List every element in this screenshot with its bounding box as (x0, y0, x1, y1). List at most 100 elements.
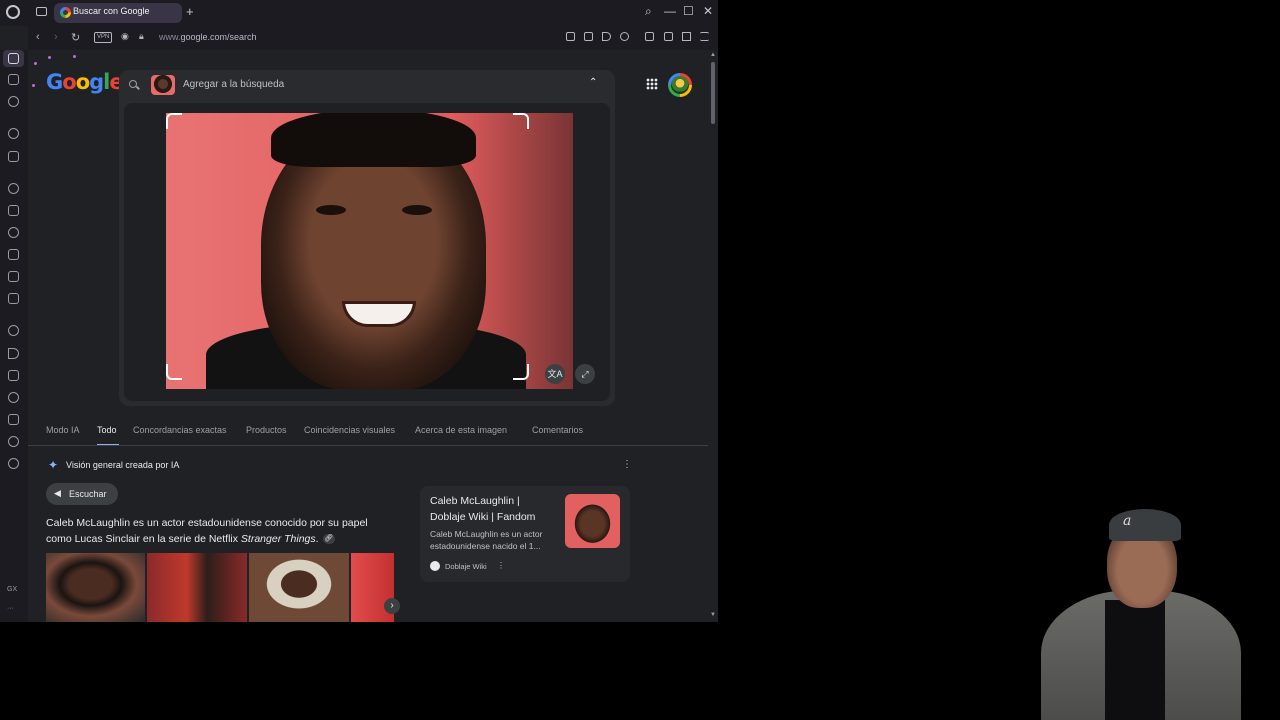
new-tab-button[interactable]: + (186, 4, 194, 19)
back-icon[interactable]: ‹ (36, 31, 40, 43)
source-card[interactable]: Caleb McLaughlin | Doblaje Wiki | Fandom… (420, 486, 630, 582)
crop-handle-bottom-right[interactable] (513, 364, 529, 380)
sidebar-x-icon[interactable] (8, 271, 19, 282)
lock-icon[interactable]: 🔒︎ (139, 31, 144, 42)
scroll-down-icon[interactable]: ▼ (710, 612, 716, 618)
source-thumbnail[interactable] (565, 494, 620, 548)
source-title[interactable]: Caleb McLaughlin | Doblaje Wiki | Fandom (430, 493, 552, 525)
sidebar-clock-icon[interactable] (8, 128, 19, 139)
ai-overview-title: Visión general creada por IA (66, 460, 180, 470)
easy-setup-icon[interactable] (700, 32, 709, 41)
doodle-sparkle (48, 56, 51, 59)
sidebar-whatsapp-icon[interactable] (8, 227, 19, 238)
player-icon[interactable] (602, 32, 611, 41)
source-site-name: Doblaje Wiki (445, 562, 487, 571)
crop-handle-top-right[interactable] (513, 113, 529, 129)
ai-text-italic: Stranger Things (240, 533, 316, 545)
tab-todo[interactable]: Todo (97, 425, 117, 435)
query-photo (166, 113, 573, 389)
speaker-icon: ◀︎ (54, 488, 61, 498)
google-logo[interactable]: Google (46, 70, 124, 94)
sidebar-spotify-icon[interactable] (8, 325, 19, 336)
logo-letter: o (62, 70, 76, 94)
carousel-next-icon[interactable]: › (384, 598, 400, 614)
sidebar-pin-icon[interactable] (8, 414, 19, 425)
bookmark-pin-icon[interactable] (566, 32, 575, 41)
ai-text-end: . (315, 533, 319, 545)
close-button[interactable]: ✕ (703, 4, 713, 18)
wallet-icon[interactable] (664, 32, 673, 41)
ai-text-main: Caleb McLaughlin es un actor estadounide… (46, 517, 368, 545)
tab-coincidencias-visuales[interactable]: Coincidencias visuales (304, 425, 395, 435)
sidebar-gx-corner-icon[interactable] (8, 96, 19, 107)
url-field[interactable]: www.google.com/search (159, 32, 257, 42)
sidebar-history-icon[interactable] (8, 436, 19, 447)
doodle-sparkle (34, 62, 37, 65)
opera-logo-icon[interactable] (6, 5, 20, 19)
location-icon[interactable]: ◉ (121, 31, 129, 42)
google-results-page: Google Agregar a la búsqueda ⌃ 文A ⤢ Modo… (28, 50, 708, 622)
heart-icon[interactable] (620, 32, 629, 41)
tab-acerca-de-esta-imagen[interactable]: Acerca de esta imagen (415, 425, 507, 435)
query-image-thumbnail[interactable] (151, 75, 175, 95)
search-input[interactable]: Agregar a la búsqueda (183, 79, 284, 90)
sidebar-more-icon[interactable]: ··· (7, 605, 14, 612)
sidebar-apps-icon[interactable] (8, 370, 19, 381)
tab-google-search[interactable]: Buscar con Google (54, 3, 182, 23)
search-icon (129, 80, 137, 88)
carousel-image[interactable] (249, 553, 349, 622)
sidebar-tray-icon[interactable] (8, 151, 19, 162)
carousel-image[interactable] (147, 553, 247, 622)
tab-comentarios[interactable]: Comentarios (532, 425, 583, 435)
source-more-icon[interactable]: ⋮ (497, 561, 505, 570)
tab-productos[interactable]: Productos (246, 425, 287, 435)
scroll-thumb[interactable] (711, 62, 715, 124)
extensions-icon[interactable] (645, 32, 654, 41)
minimize-button[interactable]: — (664, 4, 676, 18)
more-options-icon[interactable]: ⋮ (622, 459, 632, 470)
sidebar-twitch-icon[interactable] (8, 205, 19, 216)
google-apps-icon[interactable] (646, 78, 658, 90)
reload-icon[interactable]: ↻ (71, 31, 80, 44)
sidebar-home-icon[interactable] (8, 53, 19, 64)
sidebar-gx-label: GX (7, 586, 18, 593)
photo-eye (402, 205, 432, 215)
page-scrollbar[interactable]: ▲ ▼ (708, 50, 718, 622)
sidebar-aria-icon[interactable] (8, 183, 19, 194)
source-snippet: Caleb McLaughlin es un actor estadounide… (430, 529, 543, 551)
link-icon[interactable]: 🔗︎ (322, 534, 335, 545)
carousel-image[interactable] (46, 553, 145, 622)
crop-handle-top-left[interactable] (166, 113, 182, 129)
search-tabs-icon[interactable]: ⌕ (645, 4, 652, 19)
photo-hair (271, 113, 476, 167)
lens-image-area: 文A ⤢ (124, 103, 610, 401)
forward-icon[interactable]: › (54, 31, 58, 43)
crop-handle-bottom-left[interactable] (166, 364, 182, 380)
logo-letter: g (89, 70, 104, 94)
account-avatar[interactable] (668, 73, 692, 97)
browser-window: Buscar con Google + ⌕ — ☐ ✕ ‹ › ↻ VPN ◉ … (0, 0, 718, 622)
sidebar-settings-icon[interactable] (8, 458, 19, 469)
sidebar-discord-icon[interactable] (8, 293, 19, 304)
expand-icon[interactable]: ⤢ (575, 364, 595, 384)
tab-title: Buscar con Google (73, 6, 150, 16)
download-icon[interactable] (682, 32, 691, 41)
listen-button[interactable]: ◀︎ Escuchar (46, 483, 118, 505)
vpn-badge[interactable]: VPN (94, 32, 113, 43)
tab-modo-ia[interactable]: Modo IA (46, 425, 80, 435)
sidebar-player-icon[interactable] (8, 348, 19, 359)
cap-logo: a (1123, 513, 1132, 529)
tabs-menu-icon[interactable] (36, 7, 47, 16)
url-prefix: www. (159, 32, 181, 42)
sidebar-gamepad-icon[interactable] (8, 74, 19, 85)
tab-concordancias-exactas[interactable]: Concordancias exactas (133, 425, 227, 435)
image-carousel (46, 553, 394, 622)
translate-icon[interactable]: 文A (545, 364, 565, 384)
snapshot-icon[interactable] (584, 32, 593, 41)
sidebar-heart-icon[interactable] (8, 392, 19, 403)
scroll-up-icon[interactable]: ▲ (710, 52, 716, 58)
chevron-up-icon[interactable]: ⌃ (589, 77, 597, 88)
maximize-button[interactable]: ☐ (683, 4, 694, 18)
webcam-overlay: a (1035, 505, 1280, 720)
sidebar-tiktok-icon[interactable] (8, 249, 19, 260)
